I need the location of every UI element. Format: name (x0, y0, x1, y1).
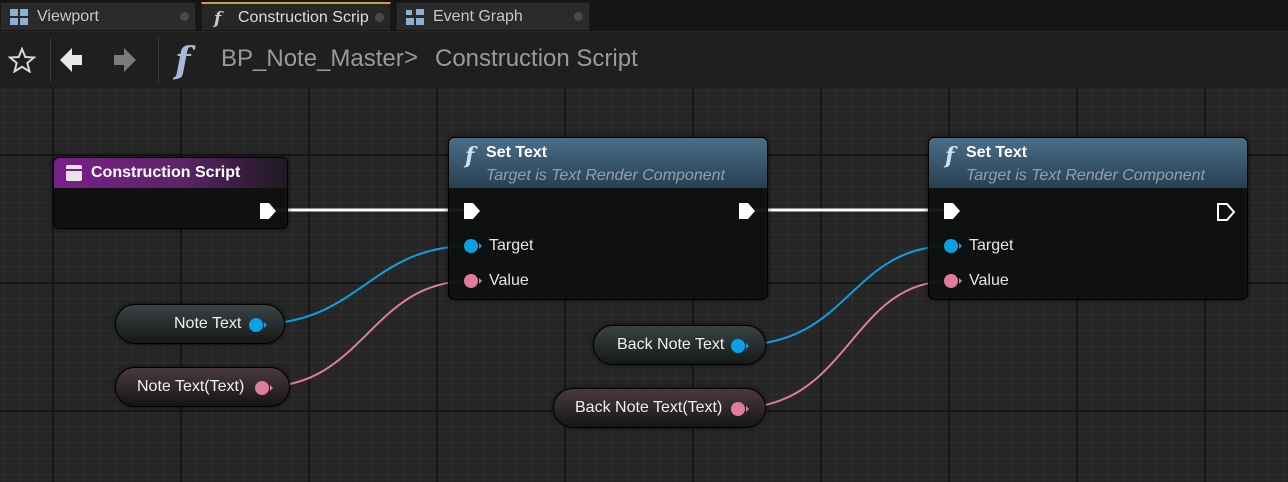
tab-event-graph[interactable]: Event Graph (396, 2, 590, 31)
forward-arrow-icon[interactable] (112, 46, 138, 74)
breadcrumb-separator: > (404, 44, 419, 71)
tab-bar: Viewport f Construction Scrip Event Grap… (0, 0, 1288, 31)
object-out-pin[interactable] (248, 317, 268, 333)
function-icon: f (943, 143, 958, 168)
node-title: Construction Script (91, 164, 241, 181)
node-title: Set Text (966, 144, 1028, 161)
exec-out-pin[interactable] (738, 202, 756, 220)
close-icon[interactable] (574, 12, 583, 21)
back-note-text-text-getter-node[interactable]: Back Note Text(Text) (553, 388, 766, 428)
viewport-grid-icon (10, 9, 28, 25)
target-wire (738, 245, 951, 346)
set-text-node[interactable]: f Set Text Target is Text Render Compone… (928, 137, 1248, 300)
exec-out-pin-unconnected[interactable] (1216, 202, 1236, 222)
exec-out-pin[interactable] (259, 202, 277, 220)
note-text-getter-node[interactable]: Note Text (115, 304, 285, 344)
getter-label: Back Note Text (617, 336, 725, 353)
exec-in-pin[interactable] (463, 202, 481, 220)
target-pin[interactable] (943, 238, 963, 254)
value-pin-label: Value (969, 272, 1009, 289)
node-subtitle: Target is Text Render Component (966, 167, 1205, 184)
getter-label: Note Text(Text) (137, 378, 245, 395)
node-subtitle: Target is Text Render Component (486, 167, 725, 184)
function-icon: f (172, 40, 196, 80)
value-pin[interactable] (463, 273, 483, 289)
star-favorite-icon[interactable] (8, 47, 36, 73)
close-icon[interactable] (375, 13, 384, 22)
event-node-icon (66, 165, 82, 181)
svg-text:f: f (463, 143, 478, 168)
function-icon: f (463, 143, 478, 168)
object-out-pin[interactable] (730, 338, 750, 354)
graph-canvas[interactable]: Construction Script f Set Text Target is… (0, 88, 1288, 482)
target-pin-label: Target (969, 237, 1014, 254)
value-pin-label: Value (489, 272, 529, 289)
breadcrumb-bar: f BP_Note_Master > Construction Script (0, 32, 1288, 88)
set-text-node[interactable]: f Set Text Target is Text Render Compone… (448, 137, 768, 300)
tab-viewport[interactable]: Viewport (0, 2, 196, 31)
close-icon[interactable] (180, 12, 189, 21)
note-text-text-getter-node[interactable]: Note Text(Text) (115, 367, 290, 407)
value-wire (261, 280, 471, 388)
breadcrumb-graph: Construction Script (435, 45, 638, 72)
breadcrumb-blueprint[interactable]: BP_Note_Master (221, 45, 404, 73)
getter-label: Back Note Text(Text) (575, 399, 723, 416)
back-arrow-icon[interactable] (58, 46, 84, 74)
svg-text:f: f (213, 9, 224, 28)
function-icon: f (213, 9, 224, 28)
construction-script-node[interactable]: Construction Script (53, 157, 288, 229)
node-title: Set Text (486, 144, 548, 161)
getter-label: Note Text (174, 315, 242, 332)
event-graph-icon (406, 9, 424, 25)
svg-text:f: f (943, 143, 958, 168)
target-pin[interactable] (463, 238, 483, 254)
text-out-pin[interactable] (730, 401, 750, 417)
svg-text:f: f (172, 40, 196, 80)
tab-label: Construction Scrip (238, 9, 369, 26)
tab-label: Viewport (37, 8, 99, 25)
tab-construction-script[interactable]: f Construction Scrip (201, 2, 391, 31)
text-out-pin[interactable] (254, 380, 274, 396)
value-pin[interactable] (943, 273, 963, 289)
target-pin-label: Target (489, 237, 534, 254)
tab-label: Event Graph (433, 8, 523, 25)
exec-in-pin[interactable] (943, 202, 961, 220)
back-note-text-getter-node[interactable]: Back Note Text (593, 325, 766, 365)
